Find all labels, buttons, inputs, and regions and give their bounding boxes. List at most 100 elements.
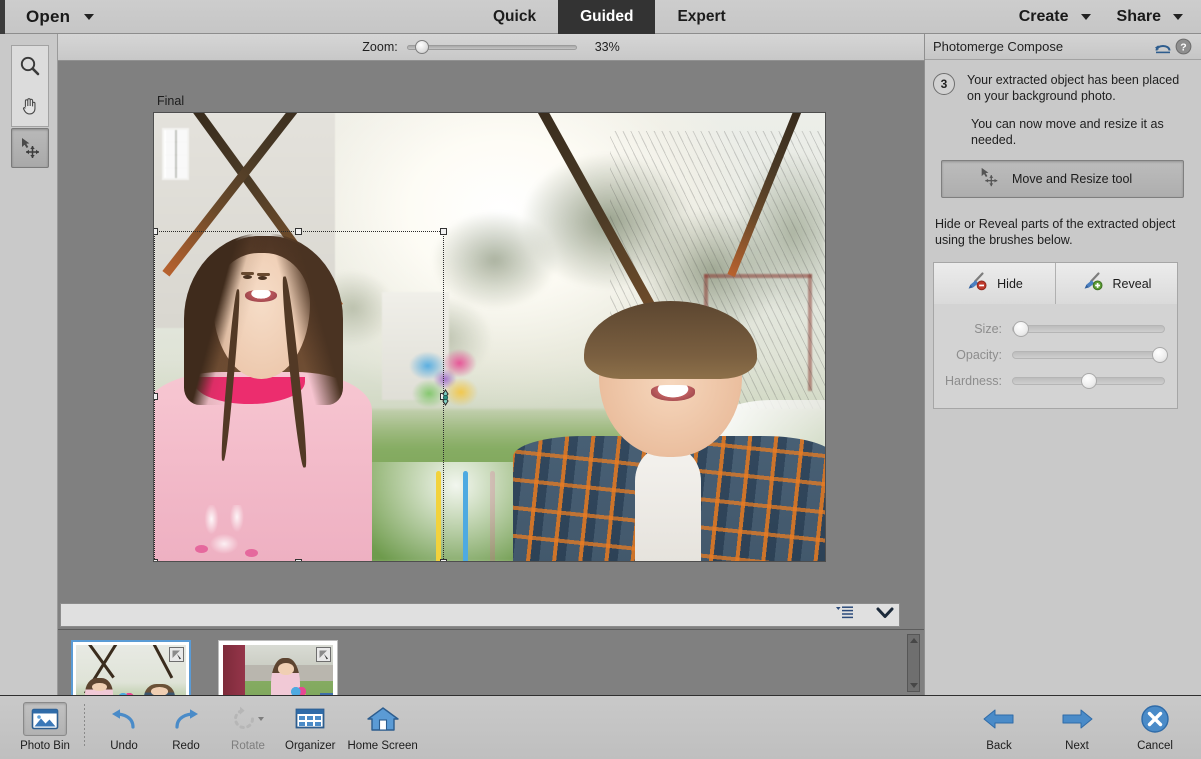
redo-arrow-icon	[171, 702, 201, 736]
size-slider-knob[interactable]	[1013, 321, 1029, 337]
undo-button[interactable]: Undo	[93, 696, 155, 758]
move-resize-icon	[978, 166, 1000, 193]
tool-options-panel	[60, 603, 900, 627]
brush-plus-icon	[1082, 271, 1104, 296]
panel-header: Photomerge Compose ?	[925, 34, 1201, 60]
canvas-area: Zoom: 33% Final	[58, 34, 924, 695]
arrow-right-icon	[1060, 702, 1094, 736]
resize-handle-top-center[interactable]	[295, 228, 302, 235]
size-slider[interactable]	[1012, 325, 1165, 333]
boy-hair	[584, 301, 757, 379]
bottom-toolbar: Photo Bin Undo	[0, 695, 1201, 759]
home-screen-button[interactable]: Home Screen	[342, 696, 424, 758]
help-icon[interactable]: ?	[1173, 37, 1193, 57]
opacity-slider-label: Opacity:	[938, 348, 1012, 362]
move-and-resize-tool-label: Move and Resize tool	[1012, 172, 1132, 186]
share-menu-label: Share	[1117, 8, 1161, 26]
edited-badge-icon	[169, 647, 184, 662]
tool-column	[0, 34, 58, 695]
resize-handle-bottom-right[interactable]	[440, 559, 447, 562]
next-label: Next	[1065, 740, 1089, 752]
bottom-toolbar-left: Photo Bin Undo	[14, 696, 424, 759]
reveal-brush-label: Reveal	[1113, 277, 1152, 291]
zoom-slider[interactable]	[407, 40, 577, 54]
undo-reset-icon[interactable]	[1153, 37, 1173, 57]
expand-options-chevron-down-icon[interactable]	[876, 606, 894, 624]
redo-label: Redo	[172, 740, 200, 752]
panel-body: 3 Your extracted object has been placed …	[925, 60, 1201, 409]
list-options-icon[interactable]	[836, 606, 854, 625]
photo-bin-scrollbar[interactable]	[907, 634, 920, 692]
home-icon	[367, 702, 399, 736]
size-slider-label: Size:	[938, 322, 1012, 336]
step-number-badge: 3	[933, 73, 955, 95]
next-button[interactable]: Next	[1045, 696, 1109, 758]
hide-brush-button[interactable]: Hide	[934, 263, 1055, 304]
triangle-down-icon[interactable]	[910, 683, 918, 688]
composite-photo[interactable]	[153, 112, 826, 562]
back-button[interactable]: Back	[967, 696, 1031, 758]
resize-handle-middle-left[interactable]	[153, 393, 158, 400]
photo-bin-strip	[58, 629, 924, 695]
selection-bounding-box[interactable]	[154, 231, 444, 562]
arrow-left-icon	[982, 702, 1016, 736]
tab-guided[interactable]: Guided	[558, 0, 655, 34]
organizer-button[interactable]: Organizer	[279, 696, 342, 758]
zoom-tool-button[interactable]	[12, 46, 48, 86]
guided-edit-panel: Photomerge Compose ? 3 Your extracted ob…	[924, 34, 1201, 695]
zoom-slider-knob[interactable]	[415, 40, 429, 54]
image-stage[interactable]: Final	[58, 61, 924, 601]
resize-handle-top-left[interactable]	[153, 228, 158, 235]
hand-tool-button[interactable]	[12, 86, 48, 126]
hardness-slider-knob[interactable]	[1081, 373, 1097, 389]
zoom-percent-value: 33%	[586, 40, 620, 54]
reveal-brush-button[interactable]: Reveal	[1055, 263, 1177, 304]
right-menu-group: Create Share	[1019, 0, 1183, 34]
brush-minus-icon	[966, 271, 988, 296]
create-menu-button[interactable]: Create	[1019, 8, 1091, 26]
cancel-circle-icon	[1140, 702, 1170, 736]
edited-badge-icon	[316, 647, 331, 662]
tool-group-navigation	[11, 45, 49, 127]
opacity-slider[interactable]	[1012, 351, 1165, 359]
boy-smile	[651, 385, 695, 401]
opacity-slider-knob[interactable]	[1152, 347, 1168, 363]
photo-bin-icon	[23, 702, 67, 736]
open-menu-label: Open	[26, 7, 70, 27]
tab-expert[interactable]: Expert	[655, 0, 747, 34]
undo-label: Undo	[110, 740, 138, 752]
cancel-button[interactable]: Cancel	[1123, 696, 1187, 758]
pinwheel-ribbon	[463, 471, 468, 562]
opacity-slider-row: Opacity:	[938, 342, 1165, 368]
open-menu-button[interactable]: Open	[26, 7, 94, 27]
move-resize-tool-button[interactable]	[11, 128, 49, 168]
tab-quick[interactable]: Quick	[471, 0, 558, 34]
zoom-slider-track	[407, 45, 577, 50]
chevron-down-icon	[1081, 14, 1091, 20]
photoshop-elements-window: Open Quick Guided Expert Create Share	[0, 0, 1201, 759]
resize-handle-top-right[interactable]	[440, 228, 447, 235]
resize-handle-bottom-center[interactable]	[295, 559, 302, 562]
redo-button[interactable]: Redo	[155, 696, 217, 758]
photo-bin-button[interactable]: Photo Bin	[14, 696, 76, 758]
toolbar-divider	[84, 704, 85, 748]
hand-icon	[19, 95, 41, 117]
move-and-resize-tool-button[interactable]: Move and Resize tool	[941, 160, 1184, 198]
house-window	[162, 128, 189, 180]
top-menu-bar: Open Quick Guided Expert Create Share	[0, 0, 1201, 34]
share-menu-button[interactable]: Share	[1117, 8, 1183, 26]
undo-arrow-icon	[109, 702, 139, 736]
triangle-up-icon[interactable]	[910, 638, 918, 643]
hardness-slider-row: Hardness:	[938, 368, 1165, 394]
resize-handle-bottom-left[interactable]	[153, 559, 158, 562]
organizer-label: Organizer	[285, 740, 336, 752]
step-instruction-text: Your extracted object has been placed on…	[967, 72, 1193, 104]
panel-title: Photomerge Compose	[933, 39, 1153, 54]
mode-tabs: Quick Guided Expert	[471, 0, 748, 34]
rotate-button[interactable]: Rotate	[217, 696, 279, 758]
hardness-slider[interactable]	[1012, 377, 1165, 385]
hardness-slider-label: Hardness:	[938, 374, 1012, 388]
step-instruction: 3 Your extracted object has been placed …	[933, 72, 1193, 104]
rotate-icon	[231, 702, 265, 736]
zoom-label: Zoom:	[362, 40, 397, 54]
